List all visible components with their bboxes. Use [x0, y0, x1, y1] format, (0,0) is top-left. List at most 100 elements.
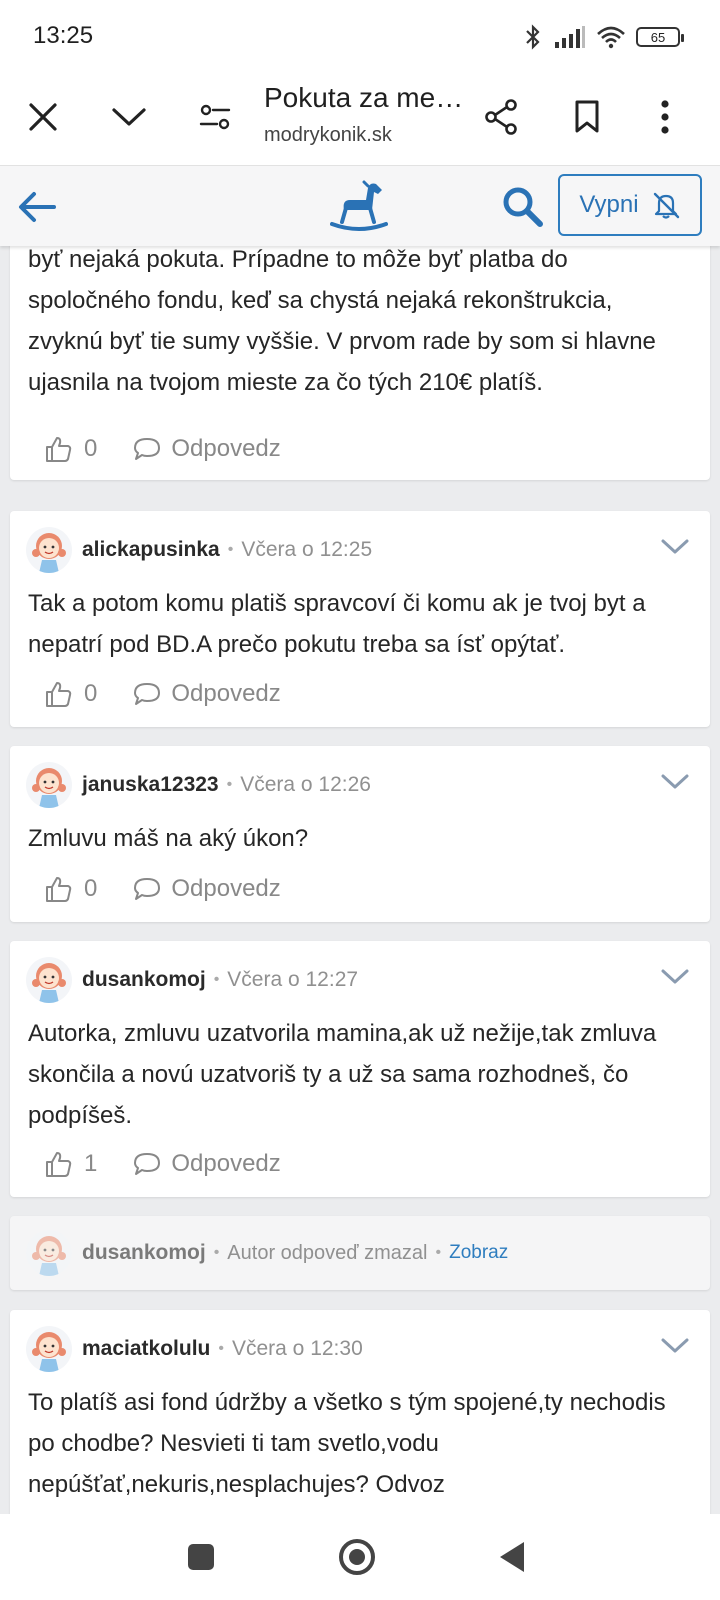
share-icon [485, 99, 517, 135]
avatar-girl-icon [32, 533, 66, 573]
thumbs-up-icon[interactable] [44, 875, 72, 903]
show-deleted-link[interactable]: Zobraz [449, 1242, 508, 1264]
back-icon[interactable] [490, 1534, 536, 1580]
comment-time: Včera o 12:30 [231, 1337, 363, 1360]
like-count: 1 [84, 1150, 98, 1177]
browser-toolbar: Pokuta za me… modrykonik.sk [0, 72, 720, 166]
page-title[interactable]: Pokuta za me… [264, 82, 463, 114]
notifications-toggle-label: Vypni [579, 191, 639, 218]
like-count: 0 [84, 680, 98, 707]
comment-username[interactable]: alickapusinka [82, 538, 220, 562]
bell-off-icon [653, 192, 679, 219]
comment-text: Autorka, zmluvu uzatvorila mamina,ak už … [28, 1020, 657, 1129]
status-time: 13:25 [33, 22, 94, 49]
avatar[interactable] [26, 957, 72, 1003]
comment-header: januska12323 • Včera o 12:26 [26, 762, 371, 808]
reply-bubble-icon[interactable] [133, 1151, 161, 1177]
comment-header: dusankomoj • Včera o 12:27 [26, 957, 358, 1003]
separator-dot: • [227, 541, 234, 558]
site-settings-button[interactable] [190, 92, 240, 142]
comment-card: dusankomoj • Včera o 12:27 Autorka, zmlu… [10, 941, 710, 1197]
reply-button[interactable]: Odpovedz [171, 680, 280, 708]
comment-actions: 0 Odpovedz [44, 872, 281, 906]
chevron-down-icon[interactable] [660, 967, 690, 987]
comment-header: alickapusinka • Včera o 12:25 [26, 527, 372, 573]
comment-actions: 1 Odpovedz [44, 1147, 281, 1181]
status-bar: 13:25 65 [0, 0, 720, 72]
chevron-down-icon[interactable] [660, 772, 690, 792]
comment-text: To platíš asi fond údržby a všetko s tým… [28, 1389, 666, 1498]
comment-text: podobné? V takom prípade si viem predsta… [28, 246, 656, 396]
avatar[interactable] [26, 762, 72, 808]
status-icons: 65 [522, 22, 684, 52]
chevron-down-icon [112, 108, 146, 126]
comment-time: Včera o 12:26 [240, 773, 371, 796]
comment-card: maciatkolulu • Včera o 12:30 To platíš a… [10, 1310, 710, 1514]
separator-dot: • [435, 1244, 442, 1261]
separator-dot: • [218, 1340, 224, 1357]
avatar-girl-icon [32, 1332, 66, 1372]
comment-time: Včera o 12:27 [227, 968, 359, 991]
system-nav-bar [0, 1514, 720, 1600]
battery-icon: 65 [636, 27, 684, 47]
back-arrow-icon[interactable] [14, 184, 60, 230]
reply-button[interactable]: Odpovedz [171, 1150, 280, 1178]
close-tab-button[interactable] [18, 92, 68, 142]
like-count: 0 [84, 875, 98, 902]
bluetooth-icon [526, 24, 540, 50]
avatar-girl-icon [32, 768, 66, 808]
share-button[interactable] [476, 92, 526, 142]
like-count: 0 [84, 435, 98, 462]
avatar[interactable] [26, 527, 72, 573]
chevron-down-icon[interactable] [660, 1336, 690, 1356]
bookmark-button[interactable] [562, 92, 612, 142]
deleted-status: Autor odpoveď zmazal [227, 1241, 428, 1264]
reply-button[interactable]: Odpovedz [171, 435, 280, 463]
avatar[interactable] [26, 1326, 72, 1372]
tune-icon [199, 104, 231, 130]
comment-card: podobné? V takom prípade si viem predsta… [10, 246, 710, 480]
search-icon[interactable] [500, 184, 544, 228]
reply-bubble-icon[interactable] [133, 681, 161, 707]
thumbs-up-icon[interactable] [44, 680, 72, 708]
comment-actions: 0 Odpovedz [44, 677, 281, 711]
site-header: Vypni [0, 166, 720, 246]
comment-actions: 0 Odpovedz [44, 432, 281, 466]
reply-bubble-icon[interactable] [133, 436, 161, 462]
comment-username[interactable]: dusankomoj [82, 968, 206, 992]
home-icon[interactable] [334, 1534, 380, 1580]
notifications-toggle-button[interactable]: Vypni [558, 174, 702, 236]
comment-username[interactable]: maciatkolulu [82, 1337, 210, 1361]
chevron-down-icon[interactable] [660, 537, 690, 557]
comment-text: Tak a potom komu platiš spravcoví či kom… [28, 590, 646, 658]
thumbs-up-icon[interactable] [44, 435, 72, 463]
comment-username[interactable]: dusankomoj [82, 1241, 206, 1265]
separator-dot: • [226, 776, 233, 793]
more-options-button[interactable] [640, 92, 690, 142]
recent-apps-icon[interactable] [178, 1534, 224, 1580]
comment-username[interactable]: januska12323 [82, 773, 219, 797]
avatar-girl-icon [32, 963, 66, 1003]
comment-text: Zmluvu máš na aký úkon? [28, 825, 309, 852]
wifi-icon [597, 26, 625, 49]
bookmark-icon [575, 100, 599, 133]
separator-dot: • [213, 1244, 220, 1261]
minimize-button[interactable] [104, 92, 154, 142]
close-icon [29, 103, 57, 131]
more-vert-icon [661, 100, 669, 134]
thumbs-up-icon[interactable] [44, 1150, 72, 1178]
separator-dot: • [213, 971, 220, 988]
comment-time: Včera o 12:25 [241, 538, 373, 561]
deleted-comment-card: dusankomoj • Autor odpoveď zmazal • Zobr… [10, 1216, 710, 1290]
page-domain[interactable]: modrykonik.sk [264, 124, 392, 147]
avatar[interactable] [26, 1230, 72, 1276]
comment-header: maciatkolulu • Včera o 12:30 [26, 1326, 363, 1372]
reply-button[interactable]: Odpovedz [171, 875, 280, 903]
reply-bubble-icon[interactable] [133, 876, 161, 902]
rocking-horse-logo-icon[interactable] [330, 180, 388, 232]
comment-card: januska12323 • Včera o 12:26 Zmluvu máš … [10, 746, 710, 922]
avatar-girl-icon [32, 1236, 66, 1276]
signal-icon [555, 26, 585, 48]
comment-card: alickapusinka • Včera o 12:25 Tak a poto… [10, 511, 710, 727]
comments-feed[interactable]: podobné? V takom prípade si viem predsta… [0, 246, 720, 1514]
